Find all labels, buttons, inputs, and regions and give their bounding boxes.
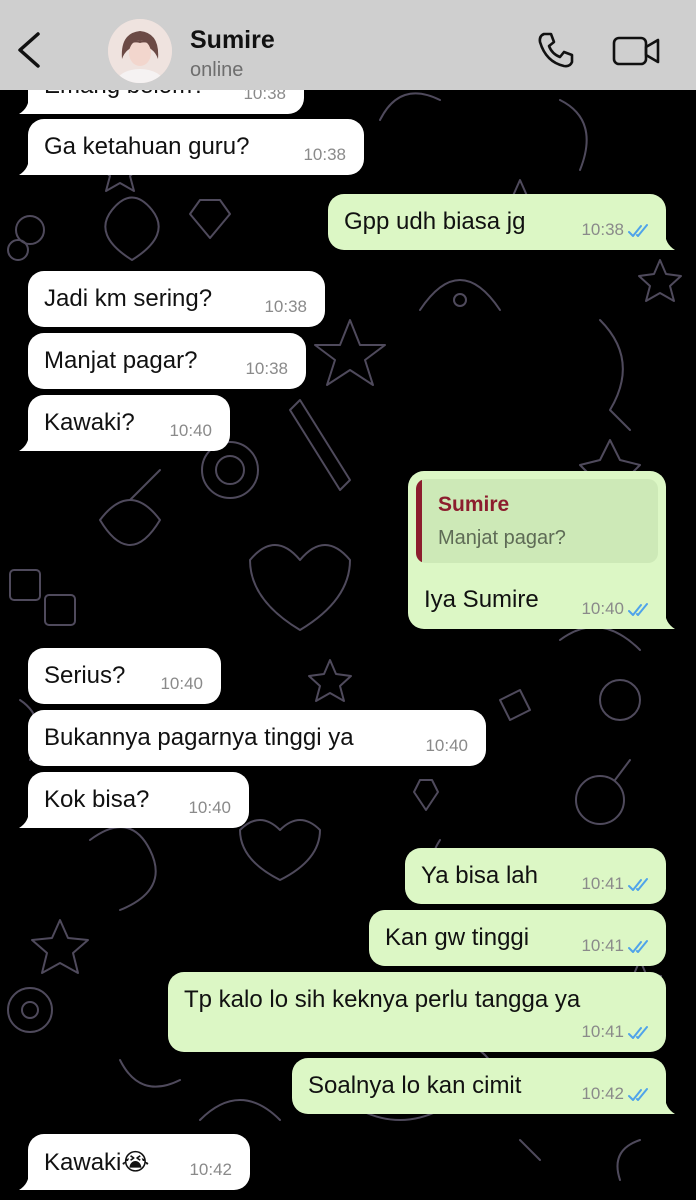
video-camera-icon: [612, 36, 660, 66]
message-time: 10:40: [581, 599, 624, 618]
message-outgoing-reply[interactable]: Sumire Manjat pagar? Iya Sumire 10:40: [408, 471, 675, 629]
message-outgoing[interactable]: Tp kalo lo sih keknya perlu tangga ya 10…: [168, 972, 666, 1052]
message-incoming[interactable]: Serius? 10:40: [28, 648, 221, 704]
quoted-sender: Sumire: [438, 493, 510, 516]
message-incoming[interactable]: Jadi km sering? 10:38: [28, 271, 325, 327]
message-text: Tp kalo lo sih keknya perlu tangga ya: [184, 986, 581, 1013]
message-time: 10:38: [581, 220, 624, 239]
message-text: Kawaki?: [44, 409, 135, 436]
message-outgoing[interactable]: Kan gw tinggi 10:41: [369, 910, 666, 966]
message-text: Bukannya pagarnya tinggi ya: [44, 724, 354, 751]
message-text: Serius?: [44, 662, 126, 689]
message-text: Ga ketahuan guru?: [44, 133, 250, 160]
message-outgoing[interactable]: Ya bisa lah 10:41: [405, 848, 666, 904]
back-button[interactable]: [12, 30, 48, 70]
message-incoming[interactable]: Manjat pagar? 10:38: [28, 333, 306, 389]
quoted-message[interactable]: Sumire Manjat pagar?: [416, 479, 658, 563]
phone-icon: [538, 32, 574, 68]
message-outgoing[interactable]: Soalnya lo kan cimit 10:42: [292, 1058, 675, 1114]
message-text: Soalnya lo kan cimit: [308, 1072, 522, 1099]
chat-header: Sumire online: [0, 0, 696, 90]
voice-call-button[interactable]: [536, 30, 576, 70]
message-incoming[interactable]: Bukannya pagarnya tinggi ya 10:40: [28, 710, 486, 766]
message-time: 10:40: [160, 674, 203, 693]
message-incoming[interactable]: Ga ketahuan guru? 10:38: [19, 119, 364, 175]
message-time: 10:41: [581, 936, 624, 955]
message-time: 10:38: [264, 297, 307, 316]
message-text: Kan gw tinggi: [385, 924, 530, 951]
read-receipt-icon: [628, 1026, 648, 1039]
message-time: 10:40: [169, 421, 212, 440]
message-time: 10:40: [425, 736, 468, 755]
read-receipt-icon: [628, 603, 648, 616]
quoted-text: Manjat pagar?: [438, 527, 566, 549]
message-text: Jadi km sering?: [44, 285, 213, 312]
message-text: Gpp udh biasa jg: [344, 208, 526, 235]
message-time: 10:41: [581, 874, 624, 893]
message-text: Kok bisa?: [44, 786, 150, 813]
avatar[interactable]: [108, 19, 172, 83]
contact-status: online: [190, 59, 244, 81]
message-time: 10:41: [581, 1022, 624, 1041]
contact-name[interactable]: Sumire: [190, 26, 275, 55]
video-call-button[interactable]: [612, 34, 662, 68]
message-time: 10:42: [189, 1160, 232, 1179]
chevron-left-icon: [18, 32, 40, 68]
quote-accent-bar: [416, 479, 422, 563]
message-text: Manjat pagar?: [44, 347, 198, 374]
message-text: Ya bisa lah: [421, 862, 538, 889]
message-text: Kawaki😭: [44, 1149, 150, 1176]
message-outgoing[interactable]: Gpp udh biasa jg 10:38: [328, 194, 675, 250]
message-time: 10:40: [188, 798, 231, 817]
message-time: 10:42: [581, 1084, 624, 1103]
message-text: Iya Sumire: [424, 586, 539, 613]
read-receipt-icon: [628, 224, 648, 237]
read-receipt-icon: [628, 878, 648, 891]
message-incoming[interactable]: Kawaki? 10:40: [19, 395, 230, 451]
message-time: 10:38: [303, 145, 346, 164]
message-incoming[interactable]: Kok bisa? 10:40: [19, 772, 249, 828]
message-time: 10:38: [245, 359, 288, 378]
read-receipt-icon: [628, 940, 648, 953]
message-incoming[interactable]: Kawaki😭 10:42: [19, 1134, 250, 1190]
read-receipt-icon: [628, 1088, 648, 1101]
